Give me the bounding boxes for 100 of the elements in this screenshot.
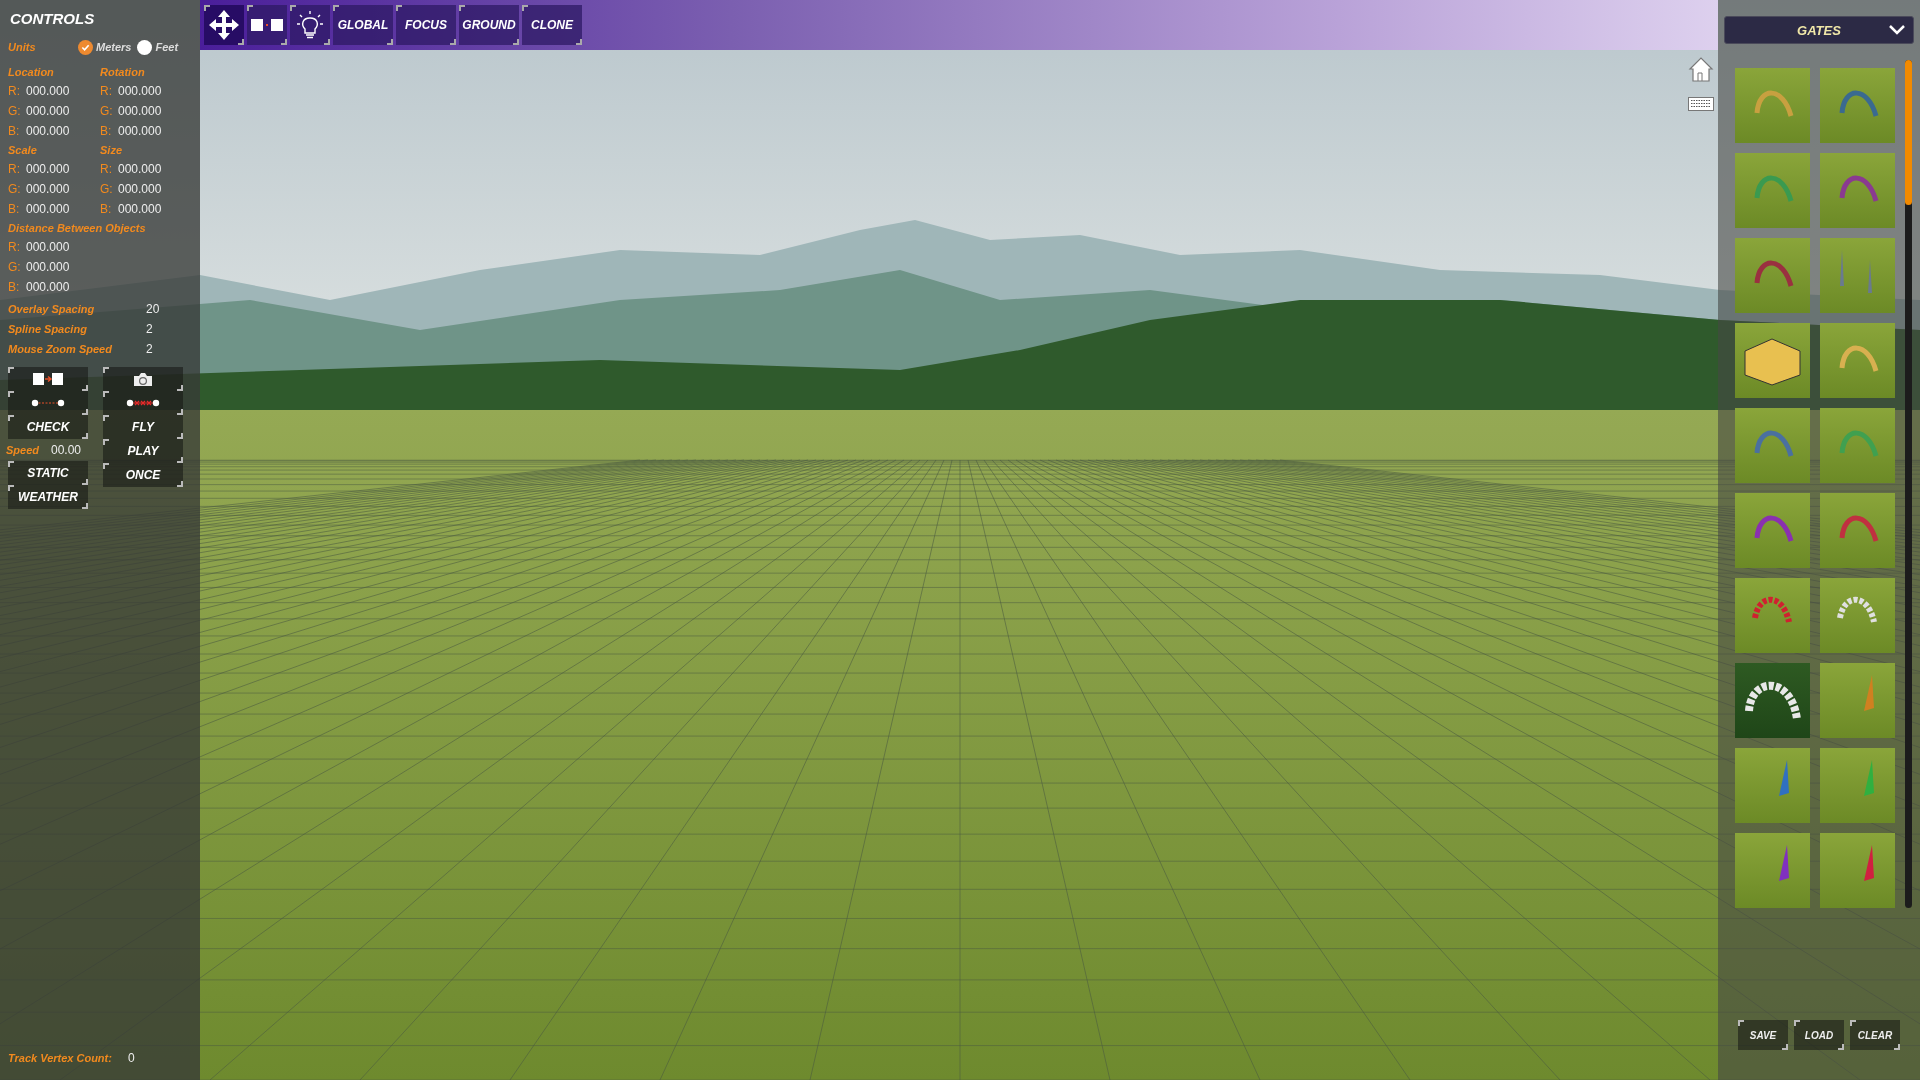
group-label: Size bbox=[100, 143, 123, 158]
squares-arrow-icon bbox=[33, 372, 63, 386]
setting-value[interactable]: 2 bbox=[146, 322, 153, 336]
value-field[interactable]: 000.000 bbox=[26, 84, 70, 98]
gate-thumbnail[interactable] bbox=[1820, 748, 1895, 823]
camera-button[interactable] bbox=[103, 367, 183, 391]
move-tool-button[interactable] bbox=[204, 5, 244, 45]
connect-toggle-button[interactable] bbox=[8, 367, 88, 391]
value-field[interactable]: 000.000 bbox=[26, 162, 70, 176]
light-bulb-icon bbox=[296, 10, 324, 40]
gate-thumbnail[interactable] bbox=[1820, 663, 1895, 738]
chevron-down-icon bbox=[1889, 25, 1905, 35]
two-squares-icon bbox=[251, 18, 283, 32]
light-tool-button[interactable] bbox=[290, 5, 330, 45]
value-field[interactable]: 000.000 bbox=[26, 260, 70, 274]
unit-radio[interactable]: Meters bbox=[78, 39, 132, 55]
gate-thumbnail[interactable] bbox=[1820, 68, 1895, 143]
units-label: Units bbox=[8, 41, 37, 53]
gate-thumbnail[interactable] bbox=[1735, 323, 1810, 398]
value-field[interactable]: 000.000 bbox=[118, 182, 162, 196]
axis-label: G: bbox=[8, 104, 22, 118]
mode-button[interactable]: PLAY bbox=[103, 439, 183, 463]
gate-thumbnail[interactable] bbox=[1820, 408, 1895, 483]
value-field[interactable]: 000.000 bbox=[26, 124, 70, 138]
axis-label: G: bbox=[8, 182, 22, 196]
gate-thumbnail[interactable] bbox=[1735, 238, 1810, 313]
axis-label: R: bbox=[100, 162, 113, 176]
group-label: Scale bbox=[8, 143, 38, 158]
axis-label: R: bbox=[100, 84, 113, 98]
axis-label: G: bbox=[100, 182, 114, 196]
mode-button[interactable]: WEATHER bbox=[8, 485, 88, 509]
crossed-path-icon bbox=[126, 399, 160, 407]
move-arrows-icon bbox=[208, 9, 240, 41]
gate-thumbnail[interactable] bbox=[1735, 833, 1810, 908]
toolbar-button[interactable]: GLOBAL bbox=[333, 5, 393, 45]
axis-label: R: bbox=[8, 84, 21, 98]
panel-title: CONTROLS bbox=[10, 10, 96, 27]
toolbar-button[interactable]: FOCUS bbox=[396, 5, 456, 45]
gate-thumbnail[interactable] bbox=[1735, 578, 1810, 653]
home-icon[interactable] bbox=[1688, 56, 1714, 85]
value-field[interactable]: 000.000 bbox=[118, 124, 162, 138]
gate-thumbnail[interactable] bbox=[1820, 493, 1895, 568]
axis-label: R: bbox=[8, 240, 21, 254]
mode-button[interactable]: ONCE bbox=[103, 463, 183, 487]
group-label: Location bbox=[8, 65, 55, 80]
gate-thumbnail[interactable] bbox=[1735, 748, 1810, 823]
setting-label: Spline Spacing bbox=[8, 323, 88, 335]
axis-label: B: bbox=[8, 202, 21, 216]
mode-button[interactable]: FLY bbox=[103, 415, 183, 439]
value-field[interactable]: 000.000 bbox=[26, 280, 70, 294]
keyboard-icon[interactable] bbox=[1688, 97, 1714, 114]
setting-value[interactable]: 20 bbox=[146, 302, 160, 316]
gate-thumbnail[interactable] bbox=[1820, 833, 1895, 908]
vertex-count-value: 0 bbox=[128, 1051, 135, 1065]
axis-label: R: bbox=[8, 162, 21, 176]
checkmark-icon bbox=[81, 42, 90, 52]
value-field[interactable]: 000.000 bbox=[118, 202, 162, 216]
scrollbar[interactable] bbox=[1905, 60, 1912, 908]
dotted-path-icon bbox=[31, 399, 65, 407]
axis-label: B: bbox=[8, 280, 21, 294]
file-button[interactable]: LOAD bbox=[1794, 1020, 1844, 1050]
axis-label: B: bbox=[100, 124, 113, 138]
gate-thumbnail[interactable] bbox=[1820, 323, 1895, 398]
value-field[interactable]: 000.000 bbox=[26, 104, 70, 118]
gate-thumbnail[interactable] bbox=[1735, 153, 1810, 228]
group-label: Rotation bbox=[100, 65, 146, 80]
value-field[interactable]: 000.000 bbox=[118, 162, 162, 176]
category-dropdown[interactable]: GATES bbox=[1724, 16, 1914, 44]
value-field[interactable]: 000.000 bbox=[118, 84, 162, 98]
gate-thumbnail[interactable] bbox=[1820, 578, 1895, 653]
vertex-count-label: Track Vertex Count: bbox=[8, 1052, 113, 1064]
snap-tool-button[interactable] bbox=[247, 5, 287, 45]
camera-icon bbox=[133, 371, 153, 387]
toolbar-button[interactable]: GROUND bbox=[459, 5, 519, 45]
axis-label: G: bbox=[8, 260, 22, 274]
setting-label: Overlay Spacing bbox=[8, 303, 96, 315]
gate-thumbnail[interactable] bbox=[1735, 493, 1810, 568]
gate-thumbnail[interactable] bbox=[1735, 408, 1810, 483]
gate-thumbnail[interactable] bbox=[1735, 663, 1810, 738]
unit-radio[interactable]: Feet bbox=[137, 39, 179, 55]
value-field[interactable]: 000.000 bbox=[26, 182, 70, 196]
axis-label: B: bbox=[100, 202, 113, 216]
group-label: Distance Between Objects bbox=[8, 221, 147, 236]
value-field[interactable]: 000.000 bbox=[26, 202, 70, 216]
file-button[interactable]: SAVE bbox=[1738, 1020, 1788, 1050]
speed-label: Speed bbox=[6, 444, 39, 456]
axis-label: G: bbox=[100, 104, 114, 118]
value-field[interactable]: 000.000 bbox=[26, 240, 70, 254]
setting-value[interactable]: 2 bbox=[146, 342, 153, 356]
mode-button[interactable]: STATIC bbox=[8, 461, 88, 485]
file-button[interactable]: CLEAR bbox=[1850, 1020, 1900, 1050]
gate-thumbnail[interactable] bbox=[1735, 68, 1810, 143]
check-button[interactable]: CHECK bbox=[8, 415, 88, 439]
gate-thumbnail[interactable] bbox=[1820, 153, 1895, 228]
gate-thumbnail[interactable] bbox=[1820, 238, 1895, 313]
axis-label: B: bbox=[8, 124, 21, 138]
toolbar-button[interactable]: CLONE bbox=[522, 5, 582, 45]
setting-label: Mouse Zoom Speed bbox=[8, 343, 113, 355]
speed-value[interactable]: 00.00 bbox=[51, 443, 82, 457]
value-field[interactable]: 000.000 bbox=[118, 104, 162, 118]
